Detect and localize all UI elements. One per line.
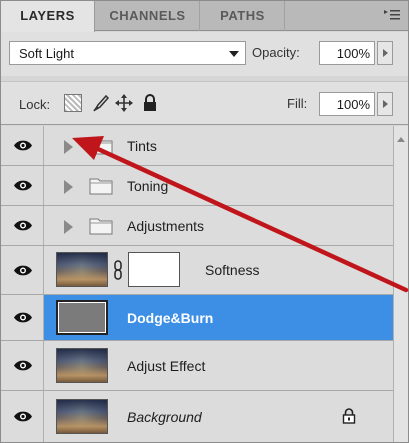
layer-thumbnail: [56, 252, 108, 287]
lock-transparency-icon[interactable]: [64, 94, 82, 112]
layer-name: Adjust Effect: [127, 358, 206, 374]
visibility-toggle[interactable]: [1, 341, 44, 390]
lock-label: Lock:: [19, 97, 51, 112]
visibility-toggle[interactable]: [1, 295, 44, 340]
expand-triangle-icon[interactable]: [64, 220, 73, 234]
chevron-down-icon: [229, 51, 239, 57]
layer-name: Tints: [127, 138, 157, 154]
layer-row-tints[interactable]: Tints: [1, 126, 393, 166]
folder-icon: [89, 178, 113, 195]
visibility-toggle[interactable]: [1, 206, 44, 245]
eye-icon: [14, 265, 32, 276]
visibility-toggle[interactable]: [1, 246, 44, 294]
eye-icon: [14, 220, 32, 231]
opacity-label: Opacity:: [252, 45, 300, 60]
lock-row: Lock: Fill: 100%: [1, 81, 408, 125]
folder-icon: [89, 218, 113, 235]
layer-thumbnail: [56, 399, 108, 434]
folder-icon: [89, 138, 113, 155]
panel-tab-bar: LAYERS CHANNELS PATHS: [1, 1, 408, 32]
fill-value: 100%: [336, 97, 370, 112]
layer-row-toning[interactable]: Toning: [1, 166, 393, 206]
lock-icon: [342, 408, 356, 424]
eye-icon: [14, 140, 32, 151]
layer-thumbnail: [56, 300, 108, 335]
opacity-value: 100%: [336, 46, 370, 61]
scroll-up-icon[interactable]: [397, 137, 405, 142]
lock-all-icon[interactable]: [141, 94, 159, 112]
layers-panel: LAYERS CHANNELS PATHS Soft Light Opacity…: [0, 0, 409, 443]
layer-row-softness[interactable]: Softness: [1, 246, 393, 295]
layers-scrollbar[interactable]: [393, 126, 408, 442]
expand-triangle-icon[interactable]: [64, 140, 73, 154]
eye-icon: [14, 411, 32, 422]
layer-row-adjust-effect[interactable]: Adjust Effect: [1, 341, 393, 391]
fill-input[interactable]: 100%: [319, 92, 375, 116]
opacity-slider-toggle[interactable]: [377, 41, 393, 65]
visibility-toggle[interactable]: [1, 126, 44, 165]
tab-channels[interactable]: CHANNELS: [96, 1, 200, 31]
blend-row: Soft Light Opacity: 100%: [1, 32, 408, 76]
eye-icon: [14, 312, 32, 323]
visibility-toggle[interactable]: [1, 166, 44, 205]
layer-row-background[interactable]: Background: [1, 391, 393, 442]
layer-thumbnail: [56, 348, 108, 383]
blend-mode-select[interactable]: Soft Light: [9, 41, 246, 65]
layer-row-adjustments[interactable]: Adjustments: [1, 206, 393, 246]
layer-row-dodge-burn[interactable]: Dodge&Burn: [1, 295, 393, 341]
tab-layers[interactable]: LAYERS: [1, 1, 95, 32]
layer-name: Toning: [127, 178, 169, 194]
lock-image-pixels-icon[interactable]: [92, 94, 110, 112]
layer-name: Adjustments: [127, 218, 205, 234]
opacity-input[interactable]: 100%: [319, 41, 375, 65]
layer-name: Dodge&Burn: [127, 310, 214, 326]
blend-mode-value: Soft Light: [19, 46, 74, 61]
layer-mask-thumbnail[interactable]: [128, 252, 180, 287]
eye-icon: [14, 360, 32, 371]
chain-link-icon[interactable]: [113, 260, 123, 280]
layers-list: Tints Toning Adjustments Softness Dodge&…: [1, 126, 393, 442]
fill-slider-toggle[interactable]: [377, 92, 393, 116]
layer-name: Softness: [205, 262, 260, 278]
layer-name: Background: [127, 409, 202, 425]
visibility-toggle[interactable]: [1, 391, 44, 442]
fill-label: Fill:: [287, 96, 308, 111]
expand-triangle-icon[interactable]: [64, 180, 73, 194]
eye-icon: [14, 180, 32, 191]
lock-position-icon[interactable]: [115, 94, 133, 112]
tab-paths[interactable]: PATHS: [201, 1, 285, 31]
panel-menu-icon[interactable]: [384, 9, 400, 23]
